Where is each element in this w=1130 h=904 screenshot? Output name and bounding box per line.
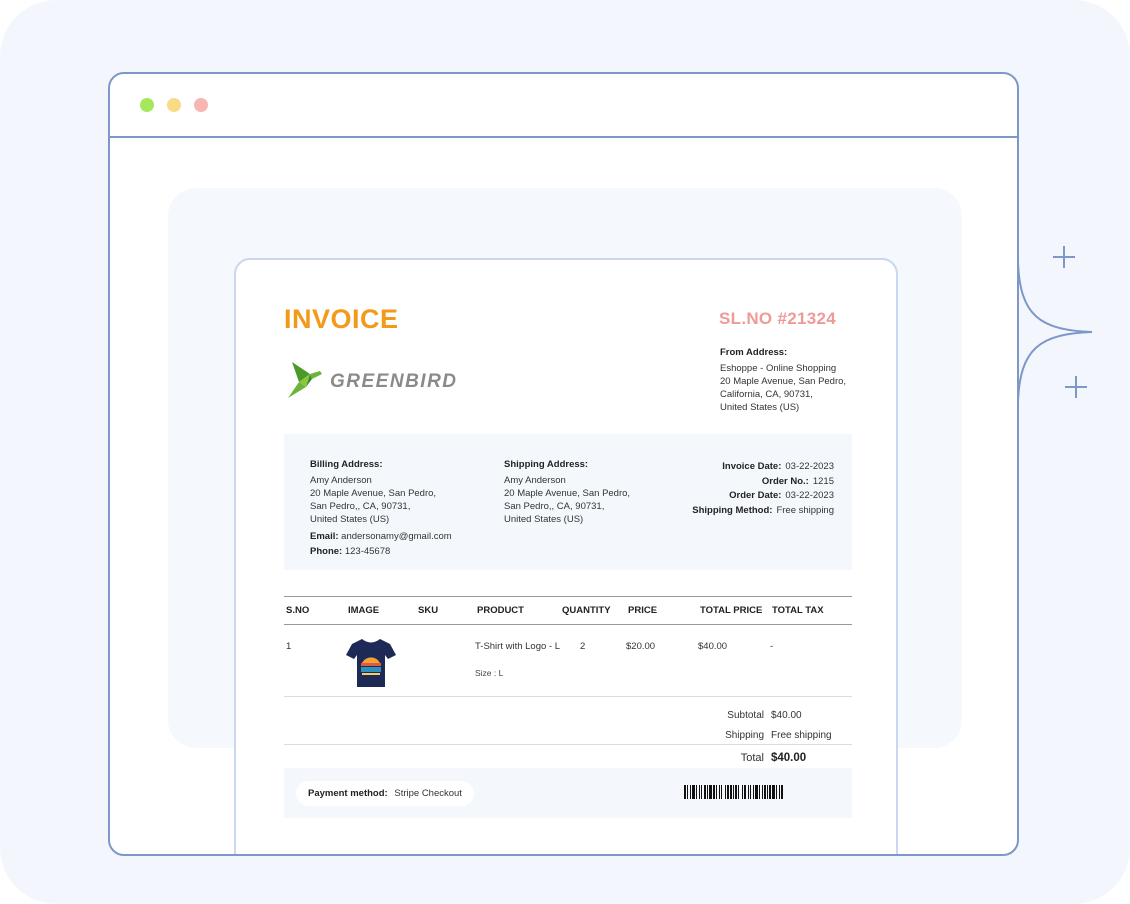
meta-label: Shipping Method: xyxy=(692,505,773,517)
payment-method-value: Stripe Checkout xyxy=(394,788,462,799)
shipping-row: Shipping Free shipping xyxy=(284,730,852,750)
cell-sku xyxy=(416,625,475,697)
shipping-value: Free shipping xyxy=(771,730,832,741)
meta-label: Order No.: xyxy=(761,475,809,487)
window-close-button[interactable] xyxy=(194,98,208,112)
meta-value: 1215 xyxy=(812,475,834,487)
brand-name: GREENBIRD xyxy=(330,371,458,392)
total-value: $40.00 xyxy=(771,752,807,764)
billing-address-line: Amy Anderson xyxy=(310,475,372,486)
payment-panel: Payment method: Stripe Checkout xyxy=(284,768,852,818)
billing-address-label: Billing Address: xyxy=(310,459,383,470)
order-meta: Invoice Date: 03-22-2023 Order No.: 1215 O… xyxy=(634,460,834,519)
meta-value: 03-22-2023 xyxy=(785,461,834,472)
cell-product: T-Shirt with Logo - L Size : L xyxy=(475,625,560,697)
shipping-address-label: Shipping Address: xyxy=(504,459,589,470)
billing-email: Email: andersonamy@gmail.com xyxy=(310,530,490,543)
billing-address-line: San Pedro,, CA, 90731, xyxy=(310,501,411,512)
barcode-icon xyxy=(684,785,783,799)
from-address-label: From Address: xyxy=(720,347,788,358)
totals-divider xyxy=(284,744,852,745)
tshirt-product-image xyxy=(346,639,396,687)
payment-method-pill: Payment method: Stripe Checkout xyxy=(296,781,474,806)
hummingbird-logo-icon xyxy=(288,362,322,398)
cell-total-price: $40.00 xyxy=(698,641,728,652)
from-address: From Address: Eshoppe - Online Shopping … xyxy=(720,346,880,414)
window-maximize-button[interactable] xyxy=(140,98,154,112)
items-table: S.NO IMAGE SKU PRODUCT QUANTITY PRICE TO… xyxy=(284,596,852,697)
from-address-line: Eshoppe - Online Shopping xyxy=(720,363,837,374)
column-header: PRODUCT xyxy=(477,605,524,616)
cell-quantity: 2 xyxy=(580,641,586,652)
payment-method-label: Payment method: xyxy=(308,788,388,799)
total-label: Total xyxy=(740,752,764,764)
product-name: T-Shirt with Logo - L xyxy=(475,641,561,652)
cell-price: $20.00 xyxy=(626,641,656,652)
subtotal-row: Subtotal $40.00 xyxy=(284,710,852,730)
billing-address: Billing Address: Amy Anderson 20 Maple A… xyxy=(310,458,490,558)
subtotal-value: $40.00 xyxy=(771,710,802,721)
cell-image xyxy=(346,625,416,697)
shipping-address-line: Amy Anderson xyxy=(504,475,566,486)
billing-phone: Phone: 123-45678 xyxy=(310,545,490,558)
invoice-serial-number: SL.NO #21324 xyxy=(719,309,836,328)
shipping-address: Shipping Address: Amy Anderson 20 Maple … xyxy=(504,458,654,526)
email-label: Email: xyxy=(310,531,339,542)
column-header: SKU xyxy=(418,605,439,616)
brand-logo: GREENBIRD xyxy=(286,360,476,402)
billing-address-line: 20 Maple Avenue, San Pedro, xyxy=(310,488,437,499)
shipping-address-line: 20 Maple Avenue, San Pedro, xyxy=(504,488,631,499)
invoice-title: INVOICE xyxy=(284,304,399,334)
from-address-line: United States (US) xyxy=(720,402,800,413)
from-address-line: California, CA, 90731, xyxy=(720,389,813,400)
billing-address-line: United States (US) xyxy=(310,514,390,525)
cell-sno: 1 xyxy=(286,641,292,652)
browser-window: INVOICE SL.NO #21324 GREENBIRD From Addr… xyxy=(108,72,1019,856)
column-header: PRICE xyxy=(628,605,658,616)
shipping-method-row: Shipping Method: Free shipping xyxy=(634,504,834,519)
from-address-line: 20 Maple Avenue, San Pedro, xyxy=(720,376,847,387)
subtotal-label: Subtotal xyxy=(727,710,764,721)
column-header: S.NO xyxy=(286,605,310,616)
email-value: andersonamy@gmail.com xyxy=(341,531,452,542)
browser-title-bar xyxy=(110,74,1017,138)
shipping-label: Shipping xyxy=(725,730,764,741)
order-date-row: Order Date: 03-22-2023 xyxy=(634,489,834,504)
phone-label: Phone: xyxy=(310,546,343,557)
order-number-row: Order No.: 1215 xyxy=(634,475,834,490)
column-header: TOTAL PRICE xyxy=(700,605,763,616)
product-size: Size : L xyxy=(475,668,504,678)
invoice-date-row: Invoice Date: 03-22-2023 xyxy=(634,460,834,475)
table-row: 1 T-Shirt with Logo - L Size : L 2 $20.0… xyxy=(284,625,852,697)
shipping-address-line: San Pedro,, CA, 90731, xyxy=(504,501,605,512)
column-header: QUANTITY xyxy=(562,605,611,616)
meta-label: Order Date: xyxy=(729,490,782,502)
address-panel: Billing Address: Amy Anderson 20 Maple A… xyxy=(284,434,852,570)
meta-label: Invoice Date: xyxy=(722,461,782,472)
column-header: TOTAL TAX xyxy=(772,605,824,616)
table-header-row: S.NO IMAGE SKU PRODUCT QUANTITY PRICE TO… xyxy=(284,596,852,625)
window-minimize-button[interactable] xyxy=(167,98,181,112)
meta-value: 03-22-2023 xyxy=(785,490,834,502)
phone-value: 123-45678 xyxy=(344,546,391,557)
meta-value: Free shipping xyxy=(776,505,834,517)
shipping-address-line: United States (US) xyxy=(504,514,584,525)
column-header: IMAGE xyxy=(348,605,380,616)
cell-total-tax: - xyxy=(770,641,774,652)
invoice-document: INVOICE SL.NO #21324 GREENBIRD From Addr… xyxy=(234,258,898,854)
